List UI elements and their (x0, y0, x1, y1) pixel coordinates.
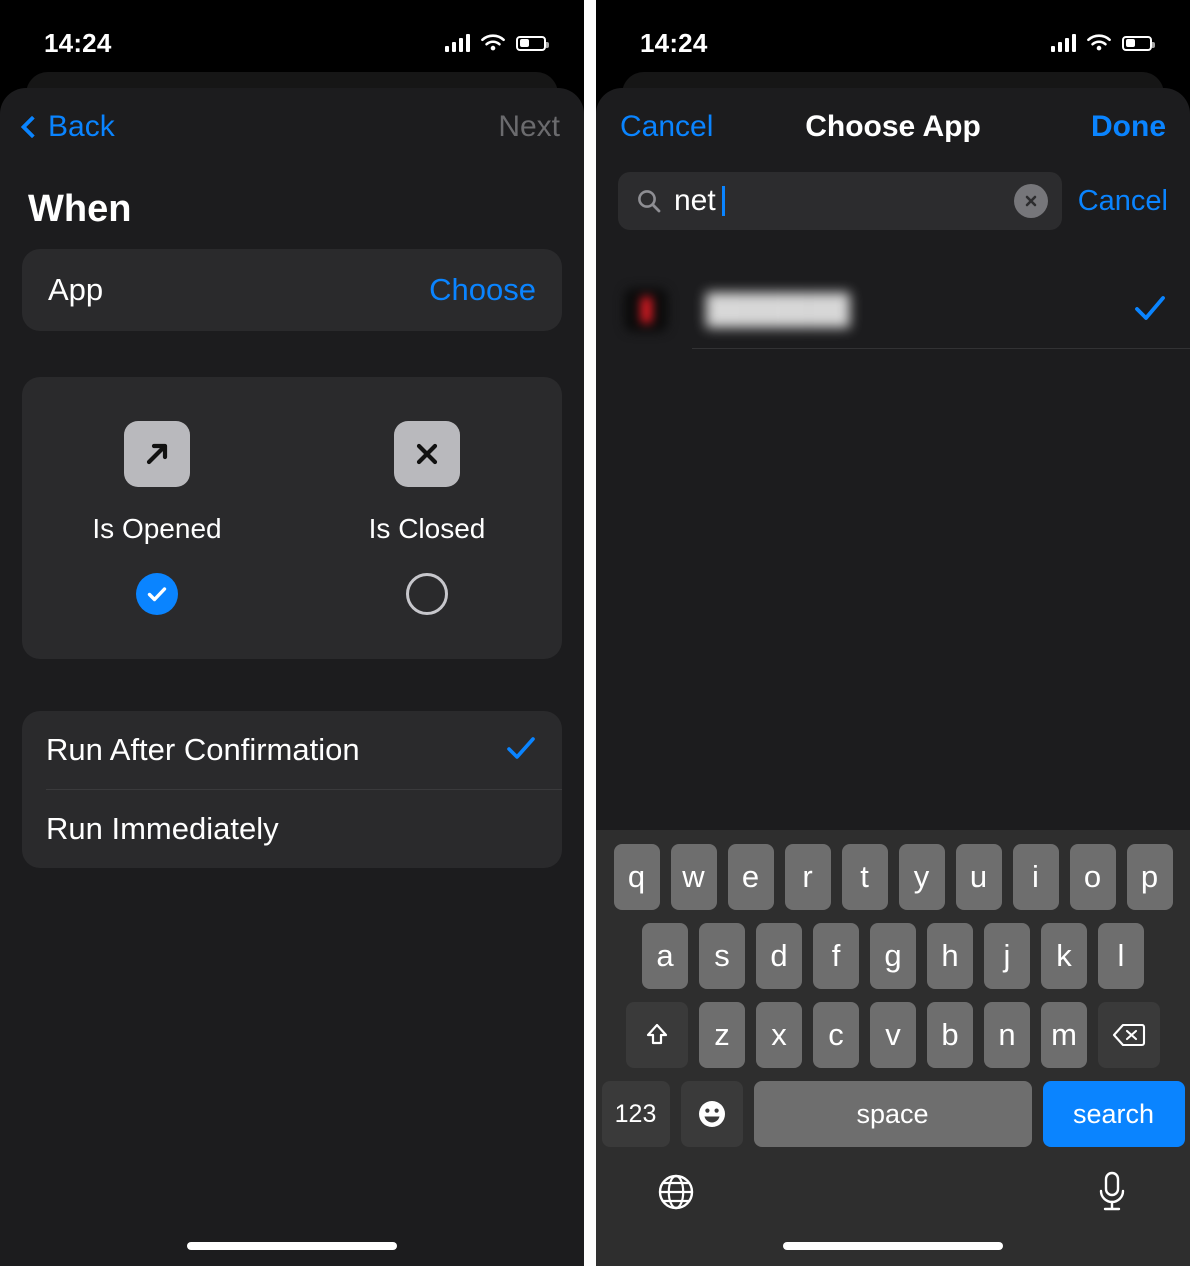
key-y[interactable]: y (898, 844, 945, 910)
globe-icon[interactable] (654, 1170, 698, 1219)
keyboard-row-3: z x c v b n m (596, 989, 1190, 1068)
clear-search-button[interactable] (1013, 184, 1048, 218)
key-z[interactable]: z (699, 1002, 745, 1068)
emoji-smiley-icon[interactable] (680, 1081, 743, 1147)
search-input[interactable]: net (618, 172, 1062, 230)
battery-icon (516, 35, 549, 51)
keyboard-row-2: a s d f g h j k l (596, 910, 1190, 989)
trigger-label: Is Closed (368, 513, 486, 544)
key-x[interactable]: x (756, 1002, 802, 1068)
key-g[interactable]: g (870, 923, 916, 989)
app-row-label: App (48, 272, 104, 307)
app-icon (624, 288, 668, 332)
choose-app-button[interactable]: Choose (429, 272, 536, 308)
key-q[interactable]: q (613, 844, 660, 910)
app-result-label: ███████ (706, 293, 850, 326)
key-m[interactable]: m (1041, 1002, 1087, 1068)
key-c[interactable]: c (813, 1002, 859, 1068)
text-cursor (721, 186, 725, 216)
shift-arrow-icon[interactable] (626, 1002, 688, 1068)
key-b[interactable]: b (927, 1002, 973, 1068)
run-option-after-confirmation[interactable]: Run After Confirmation (22, 711, 562, 789)
key-s[interactable]: s (699, 923, 745, 989)
keyboard-bottom-row (596, 1147, 1190, 1220)
battery-icon (1122, 35, 1155, 51)
chevron-left-icon (20, 115, 44, 139)
keyboard-row-1: q w e r t y u i o p (596, 830, 1190, 910)
back-button[interactable]: Back (20, 110, 115, 144)
left-nav-bar: Back Next (0, 88, 584, 166)
left-phone-screen: 14:24 Back Next When App Choose Is Opene… (0, 0, 584, 1266)
cellular-bars-icon (445, 34, 470, 52)
trigger-option-is-opened[interactable]: Is Opened (22, 421, 292, 615)
microphone-icon[interactable] (1092, 1169, 1132, 1220)
key-e[interactable]: e (727, 844, 774, 910)
trigger-radio-selected[interactable] (136, 573, 178, 615)
status-icons (445, 33, 549, 53)
home-indicator (187, 1242, 397, 1250)
checkmark-icon (504, 731, 538, 770)
screenshot-pair: 14:24 Back Next When App Choose Is Opene… (0, 0, 1190, 1266)
app-row[interactable]: App Choose (22, 249, 562, 331)
backspace-icon[interactable] (1098, 1002, 1160, 1068)
key-v[interactable]: v (870, 1002, 916, 1068)
when-sheet: Back Next When App Choose Is Opened Is C… (0, 88, 584, 1266)
status-time: 14:24 (640, 27, 708, 58)
cancel-button[interactable]: Cancel (620, 110, 713, 144)
next-button[interactable]: Next (498, 110, 560, 144)
page-title: When (28, 188, 132, 230)
close-x-icon (394, 421, 460, 487)
run-options-card: Run After Confirmation Run Immediately (22, 711, 562, 868)
trigger-options-card: Is Opened Is Closed (22, 377, 562, 659)
app-result-row[interactable]: ███████ (596, 272, 1190, 348)
numbers-key[interactable]: 123 (601, 1081, 670, 1147)
run-option-immediately[interactable]: Run Immediately (22, 790, 562, 868)
key-i[interactable]: i (1012, 844, 1059, 910)
search-icon (638, 190, 661, 213)
key-a[interactable]: a (642, 923, 688, 989)
key-r[interactable]: r (784, 844, 831, 910)
key-t[interactable]: t (841, 844, 888, 910)
list-divider (692, 348, 1190, 349)
app-results-list: ███████ (596, 272, 1190, 349)
key-f[interactable]: f (813, 923, 859, 989)
key-h[interactable]: h (927, 923, 973, 989)
key-o[interactable]: o (1069, 844, 1116, 910)
key-u[interactable]: u (955, 844, 1002, 910)
status-time: 14:24 (44, 27, 112, 58)
wifi-icon (481, 33, 505, 50)
key-d[interactable]: d (756, 923, 802, 989)
done-button[interactable]: Done (1091, 110, 1166, 144)
space-key[interactable]: space (753, 1081, 1032, 1147)
right-nav-bar: Cancel Choose App Done (596, 88, 1190, 166)
onscreen-keyboard: q w e r t y u i o p a s d f g h j k l z … (596, 830, 1190, 1266)
key-p[interactable]: p (1126, 844, 1173, 910)
checkmark-icon (1132, 290, 1168, 331)
key-j[interactable]: j (984, 923, 1030, 989)
key-k[interactable]: k (1041, 923, 1087, 989)
run-option-label: Run After Confirmation (46, 732, 360, 767)
back-label: Back (48, 110, 115, 143)
status-icons (1051, 33, 1155, 53)
status-bar-right: 14:24 (596, 0, 1190, 72)
key-n[interactable]: n (984, 1002, 1030, 1068)
key-l[interactable]: l (1098, 923, 1144, 989)
run-option-label: Run Immediately (46, 811, 279, 846)
keyboard-row-4: 123 space search (596, 1068, 1190, 1147)
search-row: net Cancel (596, 166, 1190, 230)
panel-separator (584, 0, 596, 1266)
home-indicator (783, 1242, 1003, 1250)
trigger-radio-unselected[interactable] (406, 573, 448, 615)
trigger-option-is-closed[interactable]: Is Closed (292, 421, 562, 615)
arrow-up-right-icon (124, 421, 190, 487)
trigger-label: Is Opened (92, 513, 222, 544)
right-phone-screen: 14:24 Cancel Choose App Done net Cancel … (596, 0, 1190, 1266)
search-key[interactable]: search (1042, 1081, 1185, 1147)
key-w[interactable]: w (670, 844, 717, 910)
status-bar-left: 14:24 (0, 0, 584, 72)
cellular-bars-icon (1051, 34, 1076, 52)
wifi-icon (1087, 33, 1111, 50)
search-cancel-button[interactable]: Cancel (1078, 185, 1168, 218)
search-value: net (674, 184, 716, 217)
